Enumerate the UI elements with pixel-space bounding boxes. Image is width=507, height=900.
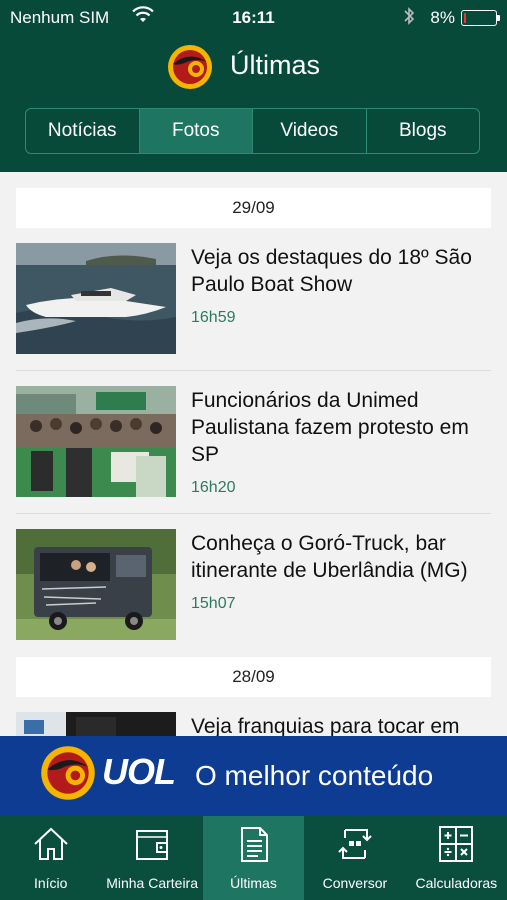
tab-fotos[interactable]: Fotos [139,109,253,153]
bluetooth-icon [403,6,415,31]
nav-label: Últimas [230,875,277,891]
list-item[interactable]: Veja os destaques do 18º São Paulo Boat … [16,228,491,371]
item-content: Funcionários da Unimed Paulistana fazem … [191,387,491,501]
nav-inicio[interactable]: Início [0,816,101,900]
date-header: 28/09 [16,657,491,697]
item-time: 16h59 [191,309,236,326]
home-icon [34,827,68,860]
list-item[interactable]: Veja franquias para tocar em [16,697,491,736]
item-time: 15h07 [191,595,236,612]
page-title: Últimas [230,50,321,80]
franchise-thumbnail [16,712,176,736]
nav-minha-carteira[interactable]: Minha Carteira [101,816,202,900]
header: Nenhum SIM 16:11 8% Últimas Notícias Fot… [0,0,507,172]
uol-logo-icon [40,745,96,801]
tab-blogs[interactable]: Blogs [367,109,480,153]
status-bar: Nenhum SIM 16:11 8% [0,0,507,34]
item-title: Veja franquias para tocar em [191,715,460,736]
nav-label: Minha Carteira [106,875,199,891]
battery-level [464,13,466,23]
banner-tagline: O melhor conteúdo [195,760,434,791]
tab-videos[interactable]: Videos [253,109,367,153]
nav-ultimas[interactable]: Últimas [202,816,305,900]
nav-label: Calculadoras [415,875,498,891]
item-title: Veja os destaques do 18º São Paulo Boat … [191,246,472,296]
section-tabs: Notícias Fotos Videos Blogs [25,108,480,154]
tab-noticias[interactable]: Notícias [26,109,140,153]
item-content: Veja franquias para tocar em [191,713,491,736]
item-content: Conheça o Goró-Truck, bar itinerante de … [191,530,491,617]
nav-label: Conversor [322,875,388,891]
uol-logo-icon [167,44,213,90]
item-content: Veja os destaques do 18º São Paulo Boat … [191,244,491,331]
converter-icon [338,829,372,859]
boat-thumbnail [16,243,176,354]
document-icon [240,827,268,862]
banner-brand: UOL [102,751,176,792]
bottom-nav: Início Minha Carteira Últimas Conversor [0,816,507,900]
title-row: Últimas [0,44,507,92]
nav-calculadoras[interactable]: Calculadoras [406,816,507,900]
nav-conversor[interactable]: Conversor [304,816,405,900]
battery-percent: 8% [430,8,455,27]
feed-list[interactable]: 29/09 Veja os destaques do 18º São Paulo… [0,172,507,736]
ad-banner[interactable]: UOL O melhor conteúdo [0,736,507,816]
date-header: 29/09 [16,188,491,228]
calculator-icon [439,826,474,862]
list-item[interactable]: Conheça o Goró-Truck, bar itinerante de … [16,514,491,657]
list-item[interactable]: Funcionários da Unimed Paulistana fazem … [16,371,491,514]
item-title: Funcionários da Unimed Paulistana fazem … [191,389,469,466]
item-time: 16h20 [191,479,236,496]
wallet-icon [136,830,169,860]
battery-icon [461,10,500,26]
nav-label: Início [33,875,68,891]
truck-thumbnail [16,529,176,640]
item-title: Conheça o Goró-Truck, bar itinerante de … [191,532,468,582]
protest-thumbnail [16,386,176,497]
